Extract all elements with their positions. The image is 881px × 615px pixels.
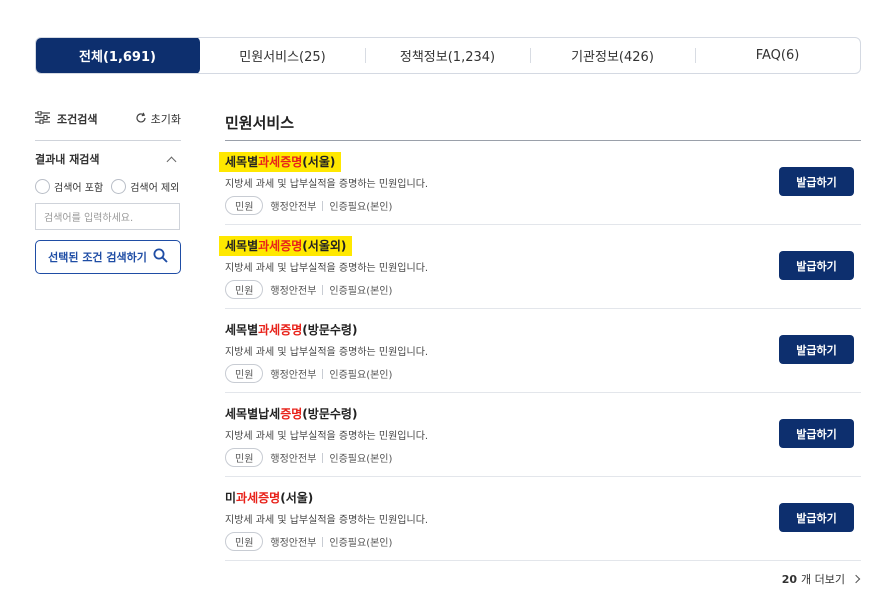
chevron-right-icon xyxy=(851,574,861,584)
category-badge: 민원 xyxy=(225,196,264,215)
list-item: 세목별과세증명(서울외) 지방세 과세 및 납부실적을 증명하는 민원입니다. … xyxy=(219,225,861,309)
results-section: 민원서비스 세목별과세증명(서울) 지방세 과세 및 납부실적을 증명하는 민원… xyxy=(219,112,861,561)
result-description: 지방세 과세 및 납부실적을 증명하는 민원입니다. xyxy=(225,179,429,190)
result-agency: 행정안전부 xyxy=(270,454,317,465)
result-title[interactable]: 세목별과세증명(서울) xyxy=(219,152,342,172)
radio-include[interactable]: 검색어 포함 xyxy=(35,179,103,194)
search-placeholder: 검색어를 입력하세요. xyxy=(44,213,134,224)
divider xyxy=(322,536,324,547)
apply-filter-button[interactable]: 선택된 조건 검색하기 xyxy=(35,240,181,274)
result-title-keyword: 과세증명 xyxy=(258,155,303,169)
refine-search-header[interactable]: 결과내 재검색 xyxy=(35,151,181,167)
chevron-up-icon xyxy=(166,156,177,166)
issue-button[interactable]: 발급하기 xyxy=(779,167,854,196)
issue-button[interactable]: 발급하기 xyxy=(779,503,854,532)
reset-label: 초기화 xyxy=(150,113,181,126)
tab-policy-info[interactable]: 정책정보(1,234) xyxy=(365,38,530,73)
category-tabs: 전체(1,691) 민원서비스(25) 정책정보(1,234) 기관정보(426… xyxy=(35,37,861,74)
radio-include-label: 검색어 포함 xyxy=(54,183,104,194)
result-description: 지방세 과세 및 납부실적을 증명하는 민원입니다. xyxy=(225,515,429,526)
result-title-suffix: (방문수령) xyxy=(302,323,358,337)
result-meta: 민원 행정안전부 인증필요(본인) xyxy=(225,196,861,215)
result-title-prefix: 세목별납세 xyxy=(225,407,281,421)
result-title-prefix: 미 xyxy=(225,491,237,505)
list-item: 세목별과세증명(서울) 지방세 과세 및 납부실적을 증명하는 민원입니다. 민… xyxy=(219,141,861,225)
result-meta: 민원 행정안전부 인증필요(본인) xyxy=(225,448,861,467)
radio-circle-icon xyxy=(111,179,127,194)
list-item: 미과세증명(서울) 지방세 과세 및 납부실적을 증명하는 민원입니다. 민원 … xyxy=(225,477,861,561)
result-title-keyword: 과세증명 xyxy=(258,323,303,337)
result-auth: 인증필요(본인) xyxy=(329,454,393,465)
category-badge: 민원 xyxy=(225,364,264,383)
issue-button[interactable]: 발급하기 xyxy=(779,419,854,448)
divider xyxy=(322,368,324,379)
filter-panel: 조건검색 초기화 결과내 재검색 검색어 포함 검색어 제외 검색어를 입력하세… xyxy=(35,110,181,274)
result-auth: 인증필요(본인) xyxy=(329,538,393,549)
result-agency: 행정안전부 xyxy=(270,202,317,213)
result-title[interactable]: 세목별과세증명(서울외) xyxy=(219,236,353,256)
sliders-icon xyxy=(35,110,50,127)
refine-search-input[interactable]: 검색어를 입력하세요. xyxy=(35,203,180,230)
filter-title-label: 조건검색 xyxy=(57,113,98,126)
result-description: 지방세 과세 및 납부실적을 증명하는 민원입니다. xyxy=(225,347,429,358)
result-title-prefix: 세목별 xyxy=(225,323,259,337)
section-title: 민원서비스 xyxy=(225,112,861,141)
result-auth: 인증필요(본인) xyxy=(329,202,393,213)
tab-agency-info[interactable]: 기관정보(426) xyxy=(530,38,695,73)
result-title-prefix: 세목별 xyxy=(225,239,259,253)
result-title-keyword: 과세증명 xyxy=(236,491,281,505)
result-description: 지방세 과세 및 납부실적을 증명하는 민원입니다. xyxy=(225,431,429,442)
category-badge: 민원 xyxy=(225,448,264,467)
issue-button[interactable]: 발급하기 xyxy=(779,335,854,364)
load-more-count: 20 xyxy=(781,572,798,586)
result-auth: 인증필요(본인) xyxy=(329,370,393,381)
result-title[interactable]: 세목별납세증명(방문수령) xyxy=(219,404,363,424)
result-description: 지방세 과세 및 납부실적을 증명하는 민원입니다. xyxy=(225,263,429,274)
result-title-keyword: 증명 xyxy=(280,407,303,421)
result-agency: 행정안전부 xyxy=(270,370,317,381)
search-icon xyxy=(153,248,168,266)
result-title[interactable]: 미과세증명(서울) xyxy=(219,488,319,508)
result-title-suffix: (서울) xyxy=(302,155,336,169)
refine-search-title: 결과내 재검색 xyxy=(35,153,100,166)
apply-filter-label: 선택된 조건 검색하기 xyxy=(48,251,147,264)
list-item: 세목별납세증명(방문수령) 지방세 과세 및 납부실적을 증명하는 민원입니다.… xyxy=(225,393,861,477)
divider xyxy=(322,284,324,295)
category-badge: 민원 xyxy=(225,532,264,551)
refresh-icon xyxy=(135,112,147,127)
tab-faq[interactable]: FAQ(6) xyxy=(695,38,860,73)
result-meta: 민원 행정안전부 인증필요(본인) xyxy=(225,532,861,551)
issue-button[interactable]: 발급하기 xyxy=(779,251,854,280)
load-more-link[interactable]: 20 개 더보기 xyxy=(781,571,861,587)
result-title[interactable]: 세목별과세증명(방문수령) xyxy=(219,320,363,340)
divider xyxy=(322,200,324,211)
load-more-label: 개 더보기 xyxy=(801,573,845,586)
tab-civil-service[interactable]: 민원서비스(25) xyxy=(200,38,365,73)
reset-button[interactable]: 초기화 xyxy=(135,111,181,127)
radio-exclude[interactable]: 검색어 제외 xyxy=(111,179,179,194)
tab-all[interactable]: 전체(1,691) xyxy=(36,38,200,73)
results-list: 세목별과세증명(서울) 지방세 과세 및 납부실적을 증명하는 민원입니다. 민… xyxy=(219,141,861,561)
category-badge: 민원 xyxy=(225,280,264,299)
result-title-suffix: (방문수령) xyxy=(302,407,358,421)
result-title-suffix: (서울외) xyxy=(302,239,347,253)
result-agency: 행정안전부 xyxy=(270,538,317,549)
result-title-suffix: (서울) xyxy=(280,491,314,505)
result-title-keyword: 과세증명 xyxy=(258,239,303,253)
search-mode-radios: 검색어 포함 검색어 제외 xyxy=(35,179,181,194)
filter-header: 조건검색 초기화 xyxy=(35,110,181,141)
result-meta: 민원 행정안전부 인증필요(본인) xyxy=(225,364,861,383)
filter-title: 조건검색 xyxy=(35,110,98,127)
result-meta: 민원 행정안전부 인증필요(본인) xyxy=(225,280,861,299)
list-item: 세목별과세증명(방문수령) 지방세 과세 및 납부실적을 증명하는 민원입니다.… xyxy=(225,309,861,393)
result-title-prefix: 세목별 xyxy=(225,155,259,169)
result-auth: 인증필요(본인) xyxy=(329,286,393,297)
radio-exclude-label: 검색어 제외 xyxy=(130,183,180,194)
divider xyxy=(322,452,324,463)
result-agency: 행정안전부 xyxy=(270,286,317,297)
radio-circle-icon xyxy=(35,179,50,194)
